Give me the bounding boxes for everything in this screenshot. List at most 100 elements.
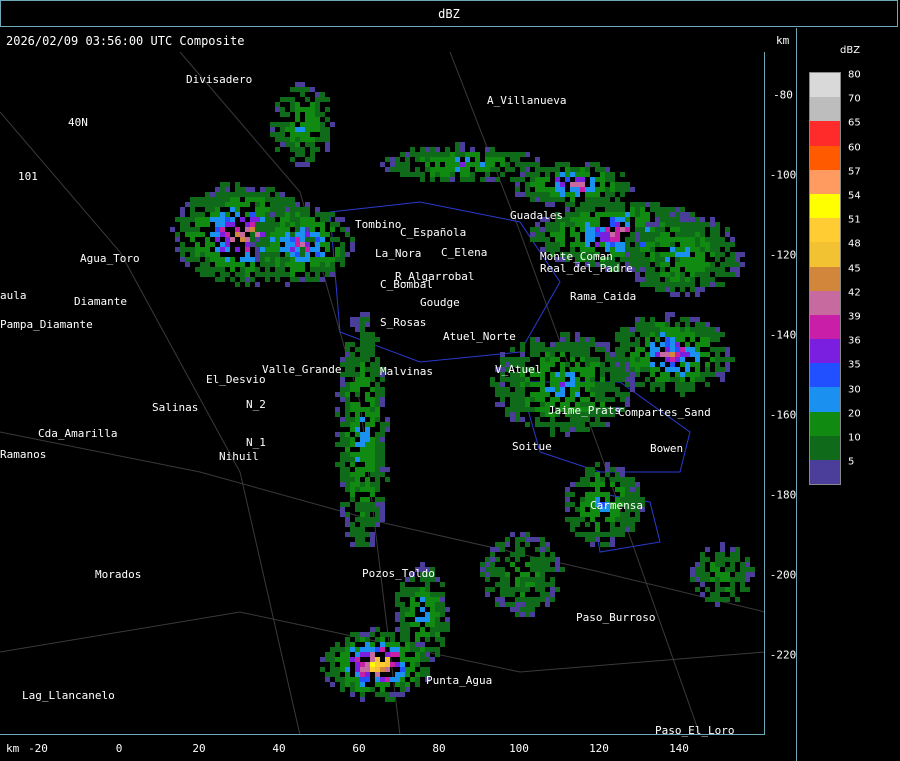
radar-echo-cell: [265, 197, 270, 202]
radar-echo-cell: [700, 572, 705, 577]
radar-echo-cell: [215, 262, 220, 267]
radar-echo-cell: [225, 237, 230, 242]
radar-echo-cell: [355, 362, 360, 367]
radar-echo-cell: [250, 222, 255, 227]
radar-echo-cell: [365, 517, 370, 522]
radar-echo-cell: [575, 332, 580, 337]
radar-echo-cell: [690, 572, 695, 577]
radar-echo-cell: [725, 347, 730, 352]
radar-echo-cell: [350, 687, 355, 692]
radar-echo-cell: [400, 692, 405, 697]
radar-echo-cell: [505, 412, 510, 417]
radar-echo-cell: [220, 187, 225, 192]
radar-echo-cell: [540, 377, 545, 382]
radar-echo-cell: [365, 672, 370, 677]
radar-echo-cell: [285, 262, 290, 267]
radar-echo-cell: [680, 217, 685, 222]
radar-echo-cell: [705, 557, 710, 562]
radar-map[interactable]: [0, 52, 765, 735]
radar-echo-cell: [340, 247, 345, 252]
radar-echo-cell: [210, 202, 215, 207]
radar-echo-cell: [330, 222, 335, 227]
radar-echo-cell: [540, 177, 545, 182]
radar-echo-cell: [235, 212, 240, 217]
radar-echo-cell: [315, 207, 320, 212]
radar-echo-cell: [415, 152, 420, 157]
radar-echo-cell: [635, 212, 640, 217]
radar-echo-cell: [685, 327, 690, 332]
radar-echo-cell: [205, 262, 210, 267]
radar-echo-cell: [715, 247, 720, 252]
radar-echo-cell: [550, 382, 555, 387]
radar-echo-cell: [705, 572, 710, 577]
radar-echo-cell: [640, 252, 645, 257]
radar-echo-cell: [295, 87, 300, 92]
radar-echo-cell: [340, 397, 345, 402]
radar-echo-cell: [655, 257, 660, 262]
radar-echo-cell: [525, 542, 530, 547]
radar-echo-cell: [235, 182, 240, 187]
radar-echo-cell: [730, 262, 735, 267]
radar-echo-cell: [355, 327, 360, 332]
radar-echo-cell: [680, 272, 685, 277]
radar-echo-cell: [535, 547, 540, 552]
radar-echo-cell: [540, 542, 545, 547]
radar-echo-cell: [395, 597, 400, 602]
radar-echo-cell: [585, 492, 590, 497]
radar-echo-cell: [230, 237, 235, 242]
radar-echo-cell: [700, 257, 705, 262]
radar-echo-cell: [675, 322, 680, 327]
radar-echo-cell: [370, 642, 375, 647]
radar-echo-cell: [370, 657, 375, 662]
radar-echo-cell: [375, 512, 380, 517]
radar-echo-cell: [640, 232, 645, 237]
radar-echo-cell: [465, 167, 470, 172]
radar-echo-cell: [520, 167, 525, 172]
radar-echo-cell: [510, 592, 515, 597]
radar-echo-cell: [520, 532, 525, 537]
radar-echo-cell: [560, 222, 565, 227]
radar-echo-cell: [315, 97, 320, 102]
radar-echo-cell: [295, 257, 300, 262]
radar-echo-cell: [360, 357, 365, 362]
radar-echo-cell: [615, 242, 620, 247]
radar-echo-cell: [685, 242, 690, 247]
radar-echo-cell: [355, 317, 360, 322]
radar-echo-cell: [590, 357, 595, 362]
radar-echo-cell: [195, 222, 200, 227]
radar-echo-cell: [410, 147, 415, 152]
radar-echo-cell: [380, 427, 385, 432]
radar-echo-cell: [275, 272, 280, 277]
radar-echo-cell: [500, 352, 505, 357]
radar-echo-cell: [590, 182, 595, 187]
radar-echo-cell: [340, 662, 345, 667]
radar-echo-cell: [735, 272, 740, 277]
radar-echo-cell: [370, 452, 375, 457]
radar-echo-cell: [515, 192, 520, 197]
radar-echo-cell: [730, 242, 735, 247]
radar-echo-cell: [340, 442, 345, 447]
radar-echo-cell: [535, 167, 540, 172]
radar-echo-cell: [385, 642, 390, 647]
radar-echo-cell: [245, 272, 250, 277]
radar-echo-cell: [315, 247, 320, 252]
radar-echo-cell: [390, 647, 395, 652]
radar-echo-cell: [735, 262, 740, 267]
radar-echo-cell: [580, 227, 585, 232]
radar-echo-cell: [335, 257, 340, 262]
radar-echo-cell: [480, 162, 485, 167]
radar-echo-cell: [285, 272, 290, 277]
radar-echo-cell: [310, 257, 315, 262]
radar-echo-cell: [700, 342, 705, 347]
radar-echo-cell: [610, 212, 615, 217]
radar-echo-cell: [275, 232, 280, 237]
radar-echo-cell: [335, 237, 340, 242]
radar-echo-cell: [345, 517, 350, 522]
radar-echo-cell: [515, 552, 520, 557]
radar-echo-cell: [605, 202, 610, 207]
radar-echo-cell: [520, 417, 525, 422]
radar-echo-cell: [320, 227, 325, 232]
radar-echo-cell: [345, 412, 350, 417]
radar-echo-cell: [245, 282, 250, 287]
radar-echo-cell: [380, 452, 385, 457]
